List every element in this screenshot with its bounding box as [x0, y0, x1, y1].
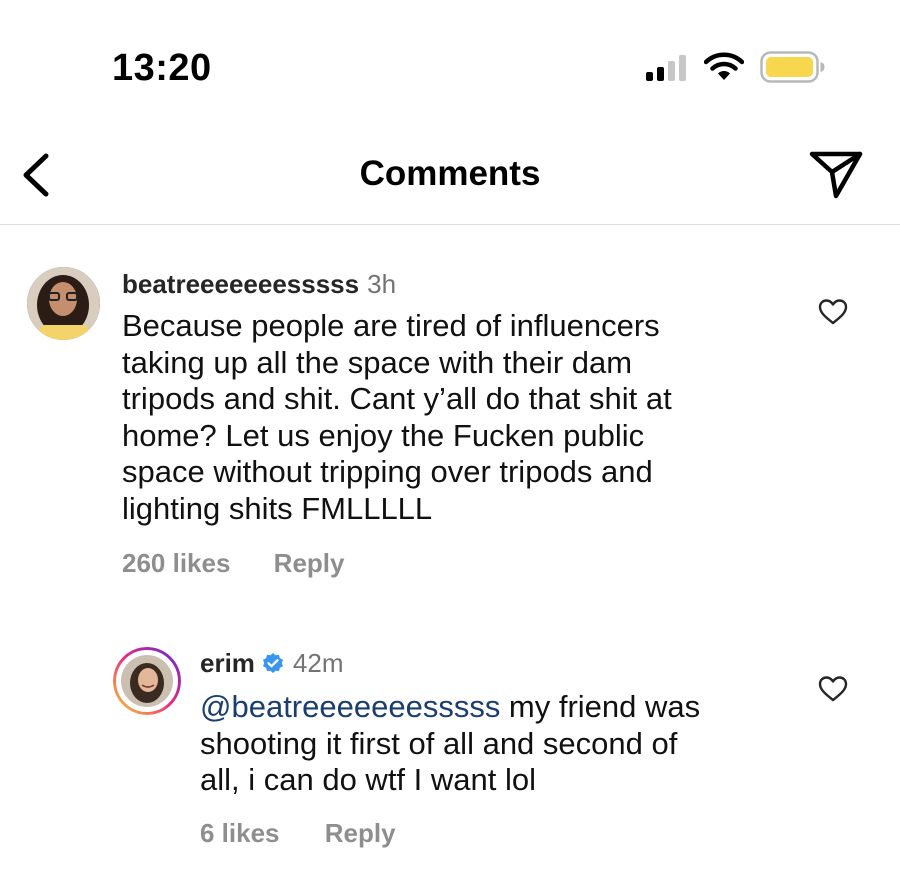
- username[interactable]: erim: [200, 648, 255, 678]
- comment-text: Because people are tired of influencers …: [122, 308, 672, 528]
- avatar[interactable]: [113, 647, 181, 715]
- comment-line: space without tripping over tripods and: [122, 454, 653, 490]
- comment-line: home? Let us enjoy the Fucken public: [122, 417, 645, 453]
- avatar[interactable]: [27, 267, 100, 340]
- comment-line: taking up all the space with their dam: [122, 344, 633, 380]
- verified-badge-icon: [261, 650, 285, 684]
- comment-line: all, i can do wtf I want lol: [200, 762, 536, 798]
- status-time: 13:20: [112, 47, 212, 89]
- comment-line: lighting shits FMLLLLL: [122, 490, 433, 526]
- username[interactable]: beatreeeeeeesssss: [122, 269, 359, 299]
- comment-text: @beatreeeeeeesssss my friend was shootin…: [200, 689, 700, 799]
- paper-plane-icon: [809, 151, 863, 199]
- page-title: Comments: [359, 154, 541, 193]
- comment-line: tripods and shit. Cant y’all do that shi…: [122, 381, 672, 417]
- reply-button[interactable]: Reply: [274, 548, 345, 578]
- comment-line-rest: my friend was: [500, 689, 701, 724]
- comment-timestamp: 42m: [292, 648, 344, 678]
- like-button[interactable]: [818, 298, 848, 326]
- comment-line: shooting it first of all and second of: [200, 725, 678, 761]
- comment-line: Because people are tired of influencers: [122, 308, 660, 343]
- heart-icon: [818, 676, 848, 702]
- comment-item: beatreeeeeeesssss 3h Because people are t…: [0, 230, 900, 600]
- reply-comment-item: erim 42m @beatreeeeeeesssss my friend was…: [0, 600, 900, 886]
- battery-icon: [760, 51, 826, 83]
- comment-actions: 260 likes Reply: [122, 548, 344, 579]
- share-button[interactable]: [806, 146, 866, 202]
- comment-header: beatreeeeeeesssss 3h: [122, 267, 396, 301]
- comment-line: @beatreeeeeeesssss my friend was: [200, 689, 700, 726]
- comment-actions: 6 likes Reply: [200, 818, 396, 849]
- status-bar: 13:20: [0, 0, 900, 110]
- wifi-icon: [703, 52, 745, 82]
- likes-count[interactable]: 260 likes: [122, 548, 230, 578]
- comment-timestamp: 3h: [367, 269, 397, 299]
- cellular-signal-icon: [646, 55, 690, 81]
- likes-count[interactable]: 6 likes: [200, 818, 280, 848]
- heart-icon: [818, 299, 848, 325]
- mention-link[interactable]: @beatreeeeeeesssss: [200, 689, 500, 724]
- comments-header: Comments: [0, 120, 900, 225]
- comment-header: erim 42m: [200, 646, 344, 684]
- reply-button[interactable]: Reply: [325, 818, 396, 848]
- like-button[interactable]: [818, 675, 848, 703]
